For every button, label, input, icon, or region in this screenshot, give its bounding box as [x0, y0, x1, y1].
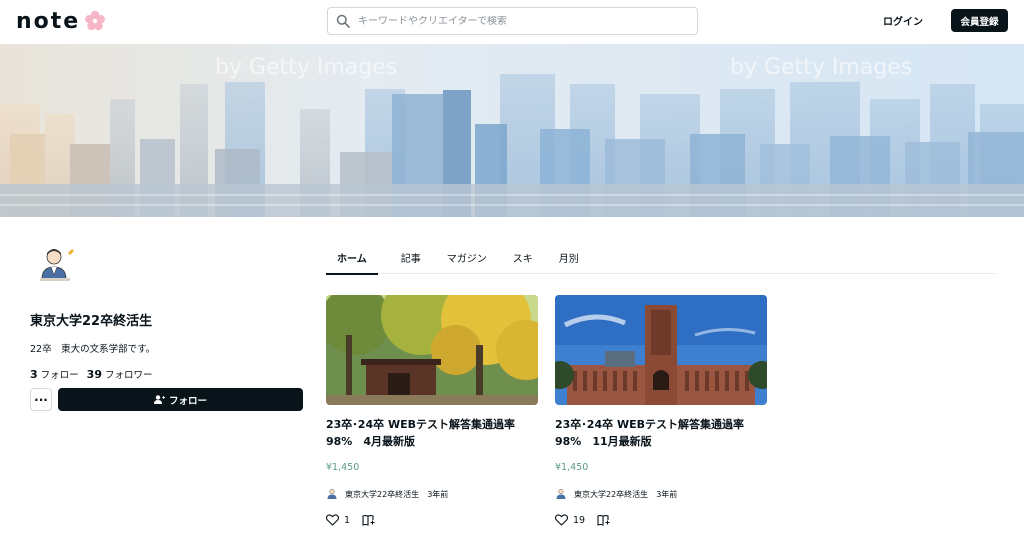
login-link[interactable]: ログイン: [883, 13, 923, 28]
signup-button[interactable]: 会員登録: [951, 9, 1008, 32]
city-skyline-image: by Getty Images by Getty Images: [0, 44, 1024, 217]
article-thumbnail[interactable]: [326, 295, 538, 405]
article-title-line1: 23卒･24卒 WEBテスト解答集通過率: [326, 418, 515, 431]
profile-bio: 22卒 東大の文系学部です。: [30, 344, 156, 355]
watermark-right: by Getty Images: [730, 55, 912, 80]
article-title[interactable]: 23卒･24卒 WEBテスト解答集通過率 98% 11月最新版: [555, 416, 775, 450]
article-price: ¥1,450: [555, 462, 589, 473]
article-card[interactable]: 23卒･24卒 WEBテスト解答集通過率 98% 11月最新版 ¥1,450 東…: [555, 295, 767, 526]
yasuda-auditorium-photo: [555, 295, 767, 405]
article-title-line2: 98% 11月最新版: [555, 435, 652, 448]
article-card[interactable]: 23卒･24卒 WEBテスト解答集通過率 98% 4月最新版 ¥1,450 東京…: [326, 295, 538, 526]
magazine-add-icon[interactable]: [597, 514, 610, 526]
tab-home[interactable]: ホーム: [326, 240, 378, 275]
profile-avatar[interactable]: [36, 245, 78, 287]
follow-button[interactable]: フォロー: [58, 388, 303, 411]
author-avatar[interactable]: [326, 488, 338, 500]
top-header: note ログイン 会員登録: [0, 0, 1024, 44]
sakura-icon: [85, 10, 106, 31]
tab-magazines[interactable]: マガジン: [447, 240, 487, 274]
like-count: 19: [573, 514, 586, 526]
heart-icon[interactable]: [555, 514, 568, 526]
logo-text: note: [16, 8, 81, 34]
tab-monthly[interactable]: 月別: [559, 240, 579, 274]
article-title-line2: 98% 4月最新版: [326, 435, 415, 448]
article-author[interactable]: 東京大学22卒終活生 3年前: [326, 488, 538, 500]
search-input[interactable]: [358, 15, 688, 27]
follow-button-label: フォロー: [168, 395, 207, 407]
article-thumbnail[interactable]: [555, 295, 767, 405]
magazine-add-icon[interactable]: [362, 514, 375, 526]
note-logo[interactable]: note: [16, 8, 106, 34]
tab-articles[interactable]: 記事: [401, 240, 421, 274]
heart-icon[interactable]: [326, 514, 339, 526]
article-title-line1: 23卒･24卒 WEBテスト解答集通過率: [555, 418, 744, 431]
published-ago: 3年前: [656, 489, 678, 499]
follow-stats: 3 フォロー 39 フォロワー: [30, 367, 153, 381]
followers-label[interactable]: フォロワー: [105, 367, 153, 381]
following-count[interactable]: 3: [30, 368, 38, 381]
author-name[interactable]: 東京大学22卒終活生: [345, 489, 419, 500]
header-banner-image: by Getty Images by Getty Images: [0, 44, 1024, 217]
following-label[interactable]: フォロー: [41, 367, 79, 381]
profile-name: 東京大学22卒終活生: [30, 314, 153, 329]
search-box[interactable]: [327, 7, 698, 35]
like-count: 1: [344, 514, 351, 526]
author-avatar[interactable]: [555, 488, 567, 500]
search-icon: [336, 14, 350, 28]
more-icon: ···: [34, 392, 48, 407]
more-options-button[interactable]: ···: [30, 388, 52, 411]
article-actions: 1: [326, 514, 538, 526]
article-author[interactable]: 東京大学22卒終活生 3年前: [555, 488, 767, 500]
published-ago: 3年前: [427, 489, 449, 499]
autumn-gate-photo: [326, 295, 538, 405]
article-price: ¥1,450: [326, 462, 360, 473]
article-actions: 19: [555, 514, 767, 526]
followers-count[interactable]: 39: [87, 368, 102, 381]
author-name[interactable]: 東京大学22卒終活生: [574, 489, 648, 500]
article-title[interactable]: 23卒･24卒 WEBテスト解答集通過率 98% 4月最新版: [326, 416, 546, 450]
tab-likes[interactable]: スキ: [513, 240, 533, 274]
profile-tabs: ホーム 記事 マガジン スキ 月別: [326, 240, 995, 275]
watermark-left: by Getty Images: [215, 55, 397, 80]
add-user-icon: [153, 395, 165, 404]
